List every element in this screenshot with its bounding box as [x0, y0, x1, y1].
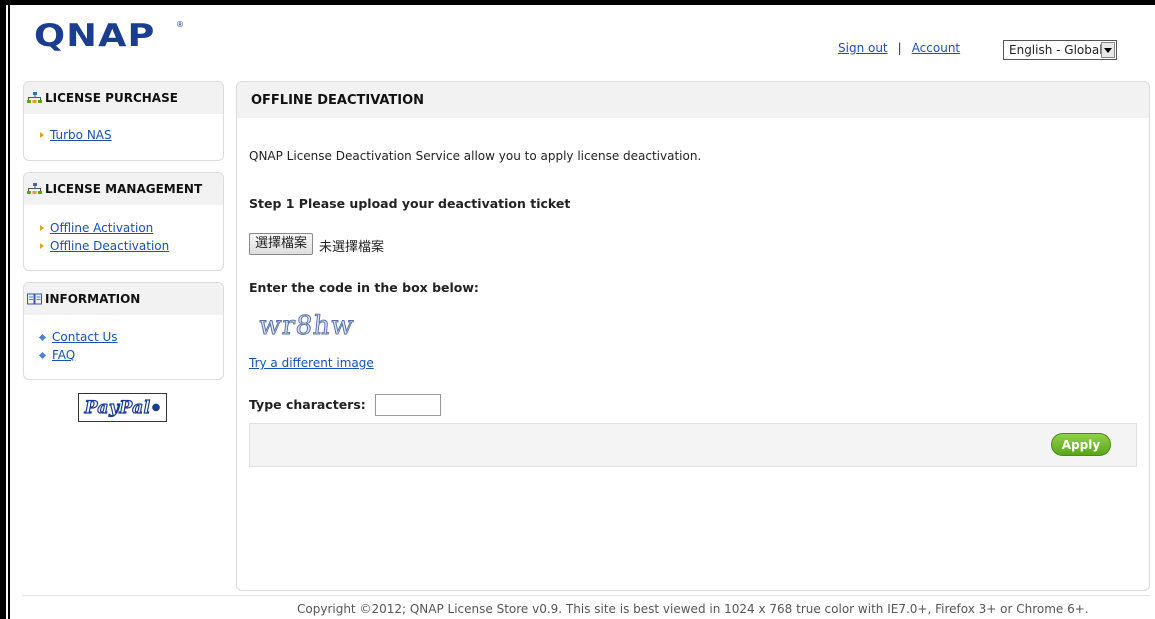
- contact-us-link[interactable]: Contact Us: [52, 330, 118, 344]
- step1-heading: Step 1 Please upload your deactivation t…: [249, 196, 571, 211]
- license-management-title: LICENSE MANAGEMENT: [45, 182, 203, 196]
- type-characters-label: Type characters:: [249, 397, 366, 412]
- diamond-bullet-icon: [38, 351, 47, 360]
- sitemap-icon: [27, 183, 42, 194]
- apply-button[interactable]: Apply: [1051, 433, 1111, 456]
- account-link[interactable]: Account: [912, 41, 960, 55]
- information-title: INFORMATION: [45, 292, 141, 306]
- offline-deactivation-link[interactable]: Offline Deactivation: [50, 239, 169, 253]
- list-item: Offline Deactivation: [40, 238, 223, 256]
- list-item: Turbo NAS: [40, 127, 223, 145]
- try-different-image-link[interactable]: Try a different image: [249, 356, 374, 370]
- faq-link[interactable]: FAQ: [52, 348, 75, 362]
- license-purchase-list: Turbo NAS: [24, 114, 223, 145]
- registered-mark-icon: ®: [176, 20, 184, 29]
- diamond-bullet-icon: [38, 333, 47, 342]
- choose-file-button[interactable]: 選擇檔案: [249, 233, 314, 255]
- captcha-image: wr8hw: [257, 311, 356, 342]
- list-item: Offline Activation: [40, 220, 223, 238]
- dropdown-arrow-icon[interactable]: [1101, 42, 1115, 58]
- paypal-dot-icon: ●: [151, 402, 161, 413]
- license-purchase-box: LICENSE PURCHASE Turbo NAS: [23, 81, 224, 161]
- information-list: Contact Us FAQ: [24, 315, 223, 365]
- enter-code-heading: Enter the code in the box below:: [249, 280, 479, 295]
- information-header: INFORMATION: [24, 283, 223, 315]
- panel-header: OFFLINE DEACTIVATION: [237, 82, 1149, 118]
- footer-divider: [22, 595, 1150, 596]
- paypal-logo[interactable]: PayPal ●: [78, 393, 167, 422]
- sitemap-icon: [27, 92, 42, 103]
- arrow-bullet-icon: [40, 225, 44, 231]
- arrow-bullet-icon: [40, 132, 44, 138]
- sign-out-link[interactable]: Sign out: [838, 41, 888, 55]
- list-item: Contact Us: [38, 329, 223, 347]
- panel-title: OFFLINE DEACTIVATION: [251, 92, 425, 108]
- paypal-logo-text: PayPal: [84, 397, 151, 418]
- license-management-header: LICENSE MANAGEMENT: [24, 173, 223, 205]
- arrow-bullet-icon: [40, 243, 44, 249]
- window-frame-top: [0, 0, 1155, 5]
- intro-text: QNAP License Deactivation Service allow …: [249, 149, 702, 163]
- language-select-value: English - Global: [1009, 43, 1103, 57]
- license-management-list: Offline Activation Offline Deactivation: [24, 205, 223, 256]
- license-management-box: LICENSE MANAGEMENT Offline Activation Of…: [23, 172, 224, 271]
- apply-bar: Apply: [249, 423, 1137, 467]
- list-item: FAQ: [38, 347, 223, 365]
- language-select[interactable]: English - Global: [1003, 40, 1117, 60]
- window-frame-left: [0, 0, 6, 619]
- license-purchase-title: LICENSE PURCHASE: [45, 91, 178, 105]
- file-status-text: 未選擇檔案: [319, 240, 385, 255]
- information-box: INFORMATION Contact Us FAQ: [23, 282, 224, 380]
- footer-copyright: Copyright ©2012; QNAP License Store v0.9…: [297, 602, 1089, 616]
- logo-text: QNAP: [34, 18, 156, 54]
- turbo-nas-link[interactable]: Turbo NAS: [50, 128, 112, 142]
- offline-deactivation-panel: OFFLINE DEACTIVATION QNAP License Deacti…: [236, 81, 1150, 591]
- book-icon: [27, 293, 42, 305]
- qnap-logo[interactable]: QNAP ®: [34, 20, 184, 52]
- header-links: Sign out | Account: [838, 41, 960, 55]
- offline-activation-link[interactable]: Offline Activation: [50, 221, 153, 235]
- header-separator: |: [897, 41, 902, 55]
- captcha-input[interactable]: [375, 394, 441, 416]
- license-purchase-header: LICENSE PURCHASE: [24, 82, 223, 114]
- window-frame-left-inner: [8, 0, 10, 619]
